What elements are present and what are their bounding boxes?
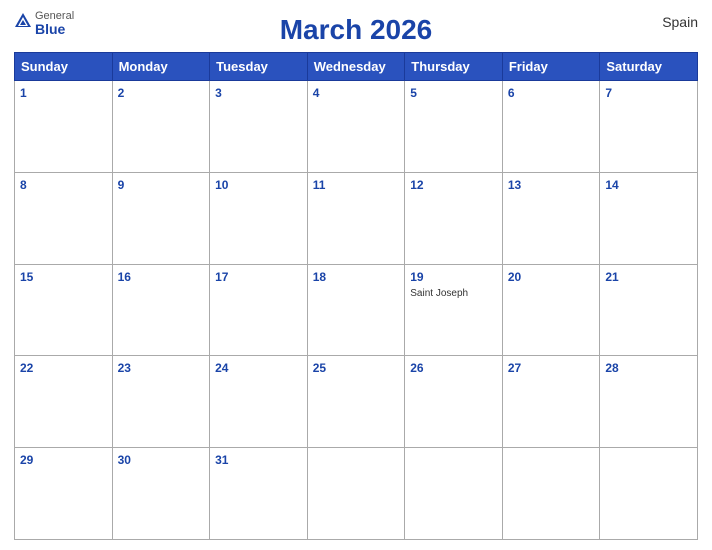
day-cell-13: 13 xyxy=(502,172,600,264)
holiday-19: Saint Joseph xyxy=(410,288,497,299)
day-cell-10: 10 xyxy=(210,172,308,264)
day-number-10: 10 xyxy=(215,178,228,192)
day-cell-3: 3 xyxy=(210,81,308,173)
country-label: Spain xyxy=(662,14,698,30)
day-cell-21: 21 xyxy=(600,264,698,356)
day-cell-26: 26 xyxy=(405,356,503,448)
day-cell-5: 5 xyxy=(405,81,503,173)
day-number-7: 7 xyxy=(605,86,612,100)
day-number-21: 21 xyxy=(605,270,618,284)
day-number-17: 17 xyxy=(215,270,228,284)
day-cell-19: 19 Saint Joseph xyxy=(405,264,503,356)
day-number-13: 13 xyxy=(508,178,521,192)
day-number-4: 4 xyxy=(313,86,320,100)
day-cell-15: 15 xyxy=(15,264,113,356)
month-title: March 2026 xyxy=(280,14,433,45)
header-tuesday: Tuesday xyxy=(210,53,308,81)
day-cell-4: 4 xyxy=(307,81,405,173)
calendar-wrapper: General Blue March 2026 Spain Sunday Mon… xyxy=(0,0,712,550)
day-number-24: 24 xyxy=(215,361,228,375)
day-cell-22: 22 xyxy=(15,356,113,448)
logo-text: General Blue xyxy=(35,10,74,37)
day-cell-empty xyxy=(502,448,600,540)
day-number-31: 31 xyxy=(215,453,228,467)
calendar-table: Sunday Monday Tuesday Wednesday Thursday… xyxy=(14,52,698,540)
day-number-6: 6 xyxy=(508,86,515,100)
day-number-3: 3 xyxy=(215,86,222,100)
day-number-23: 23 xyxy=(118,361,131,375)
day-cell-2: 2 xyxy=(112,81,210,173)
day-cell-7: 7 xyxy=(600,81,698,173)
day-cell-17: 17 xyxy=(210,264,308,356)
day-cell-20: 20 xyxy=(502,264,600,356)
day-cell-16: 16 xyxy=(112,264,210,356)
generalblue-logo-icon xyxy=(14,12,32,30)
week-row-5: 29 30 31 xyxy=(15,448,698,540)
logo-blue: Blue xyxy=(35,22,65,37)
day-number-19: 19 xyxy=(410,270,423,284)
day-cell-empty xyxy=(307,448,405,540)
week-row-3: 15 16 17 18 19 Saint Joseph 20 21 xyxy=(15,264,698,356)
day-cell-empty xyxy=(600,448,698,540)
day-cell-8: 8 xyxy=(15,172,113,264)
day-number-30: 30 xyxy=(118,453,131,467)
day-cell-9: 9 xyxy=(112,172,210,264)
day-number-11: 11 xyxy=(313,178,326,192)
day-number-26: 26 xyxy=(410,361,423,375)
day-number-2: 2 xyxy=(118,86,125,100)
day-number-28: 28 xyxy=(605,361,618,375)
day-cell-18: 18 xyxy=(307,264,405,356)
day-number-27: 27 xyxy=(508,361,521,375)
header-sunday: Sunday xyxy=(15,53,113,81)
day-number-18: 18 xyxy=(313,270,326,284)
day-cell-empty xyxy=(405,448,503,540)
calendar-header: General Blue March 2026 Spain xyxy=(14,10,698,46)
header-saturday: Saturday xyxy=(600,53,698,81)
day-number-12: 12 xyxy=(410,178,423,192)
logo-area: General Blue xyxy=(14,10,74,37)
day-cell-24: 24 xyxy=(210,356,308,448)
day-cell-29: 29 xyxy=(15,448,113,540)
day-cell-27: 27 xyxy=(502,356,600,448)
day-cell-30: 30 xyxy=(112,448,210,540)
week-row-1: 1 2 3 4 5 6 7 xyxy=(15,81,698,173)
day-cell-31: 31 xyxy=(210,448,308,540)
day-number-5: 5 xyxy=(410,86,417,100)
day-number-16: 16 xyxy=(118,270,131,284)
day-number-20: 20 xyxy=(508,270,521,284)
day-number-9: 9 xyxy=(118,178,125,192)
day-cell-11: 11 xyxy=(307,172,405,264)
day-number-29: 29 xyxy=(20,453,33,467)
day-number-25: 25 xyxy=(313,361,326,375)
header-friday: Friday xyxy=(502,53,600,81)
header-wednesday: Wednesday xyxy=(307,53,405,81)
day-number-8: 8 xyxy=(20,178,27,192)
day-number-14: 14 xyxy=(605,178,618,192)
header-monday: Monday xyxy=(112,53,210,81)
day-cell-25: 25 xyxy=(307,356,405,448)
day-cell-14: 14 xyxy=(600,172,698,264)
weekday-header-row: Sunday Monday Tuesday Wednesday Thursday… xyxy=(15,53,698,81)
day-cell-23: 23 xyxy=(112,356,210,448)
header-thursday: Thursday xyxy=(405,53,503,81)
day-number-22: 22 xyxy=(20,361,33,375)
day-number-1: 1 xyxy=(20,86,27,100)
title-area: March 2026 xyxy=(280,14,433,46)
day-number-15: 15 xyxy=(20,270,33,284)
day-cell-1: 1 xyxy=(15,81,113,173)
day-cell-6: 6 xyxy=(502,81,600,173)
week-row-2: 8 9 10 11 12 13 14 xyxy=(15,172,698,264)
week-row-4: 22 23 24 25 26 27 28 xyxy=(15,356,698,448)
day-cell-28: 28 xyxy=(600,356,698,448)
day-cell-12: 12 xyxy=(405,172,503,264)
